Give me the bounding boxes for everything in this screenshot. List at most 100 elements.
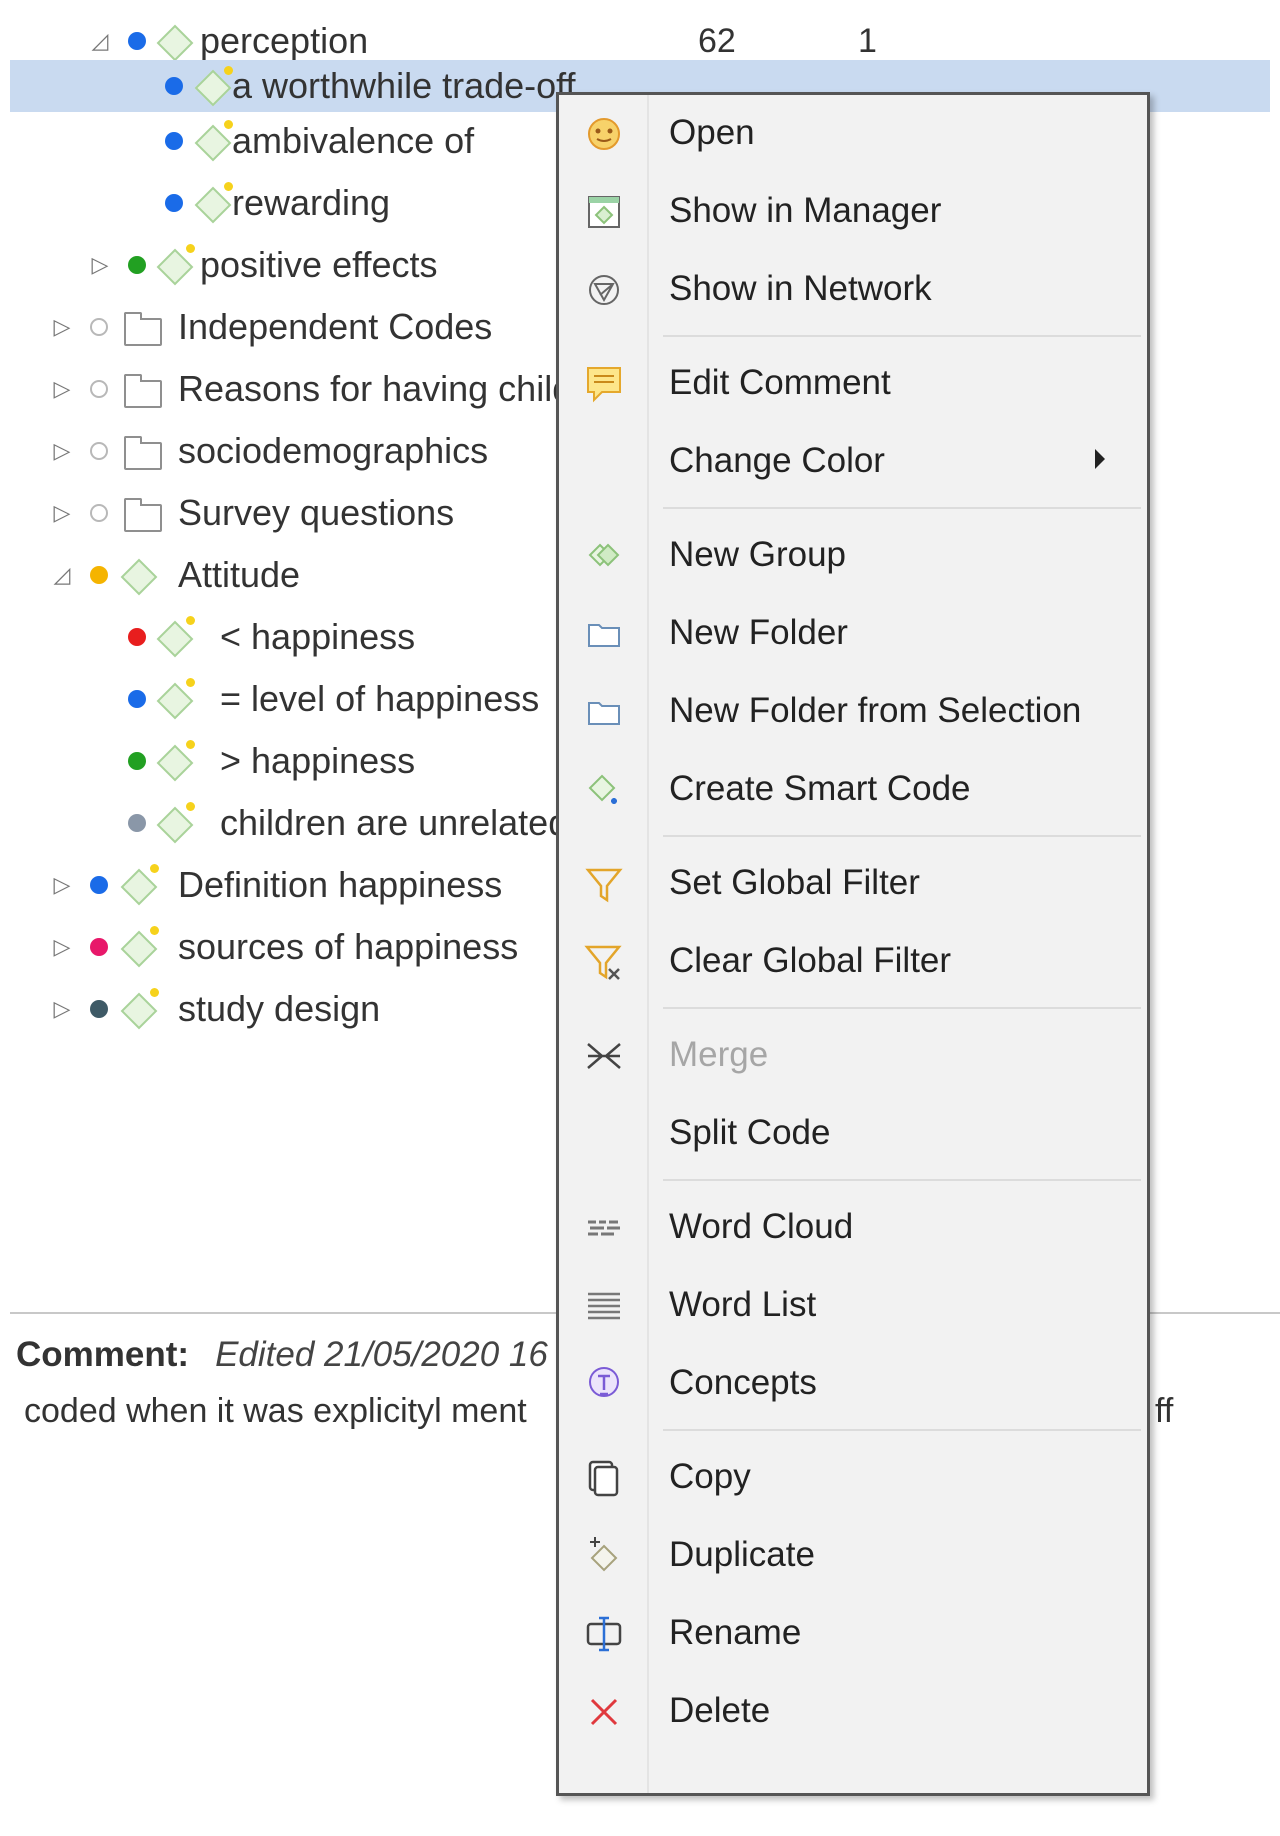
- menu-item-label: New Group: [669, 535, 847, 574]
- menu-item-copy[interactable]: Copy: [559, 1439, 1147, 1517]
- menu-item-edit-comment[interactable]: Edit Comment: [559, 345, 1147, 423]
- menu-item-label: Concepts: [669, 1363, 817, 1402]
- tree-row-label: Attitude: [178, 554, 301, 595]
- concepts-icon: [583, 1363, 625, 1405]
- network-icon: [583, 269, 625, 311]
- tree-row-label: sociodemographics: [178, 430, 489, 471]
- menu-item-label: Word Cloud: [669, 1207, 854, 1246]
- menu-item-duplicate[interactable]: Duplicate: [559, 1517, 1147, 1595]
- expand-icon[interactable]: ▷: [50, 934, 74, 960]
- menu-item-new-group[interactable]: New Group: [559, 517, 1147, 595]
- comment-header: Comment: Edited 21/05/2020 16: [16, 1335, 548, 1375]
- color-dot: [128, 690, 146, 708]
- menu-item-delete[interactable]: Delete: [559, 1673, 1147, 1751]
- code-icon: [120, 930, 158, 968]
- color-dot: [128, 628, 146, 646]
- duplicate-icon: [583, 1535, 625, 1577]
- groundedness-count: 62: [698, 21, 736, 60]
- menu-item-word-list[interactable]: Word List: [559, 1267, 1147, 1345]
- expand-icon[interactable]: ▷: [50, 438, 74, 464]
- color-dot: [128, 32, 146, 50]
- tree-row-label: a worthwhile trade-off: [232, 65, 576, 106]
- code-icon: [156, 806, 194, 844]
- word-list-icon: [583, 1285, 625, 1327]
- submenu-arrow-icon: [1095, 449, 1105, 469]
- menu-item-label: Change Color: [669, 441, 885, 480]
- color-dot: [90, 442, 108, 460]
- menu-item-label: Create Smart Code: [669, 769, 971, 808]
- menu-item-new-folder-from-selection[interactable]: New Folder from Selection: [559, 673, 1147, 751]
- context-menu: Open Show in Manager Show in Network Edi…: [556, 92, 1150, 1796]
- menu-item-label: Show in Network: [669, 269, 932, 308]
- tree-row-label: positive effects: [200, 244, 438, 285]
- menu-item-rename[interactable]: Rename: [559, 1595, 1147, 1673]
- color-dot: [128, 256, 146, 274]
- filter-icon: [583, 863, 625, 905]
- expand-icon[interactable]: ▷: [50, 500, 74, 526]
- delete-icon: [583, 1691, 625, 1733]
- menu-item-label: New Folder from Selection: [669, 691, 1082, 730]
- menu-item-set-global-filter[interactable]: Set Global Filter: [559, 845, 1147, 923]
- code-icon: [194, 69, 232, 107]
- menu-item-show-in-network[interactable]: Show in Network: [559, 251, 1147, 329]
- code-group-icon: [156, 24, 194, 62]
- smart-code-icon: [583, 769, 625, 811]
- code-icon: [194, 124, 232, 162]
- color-dot: [90, 1000, 108, 1018]
- color-dot: [90, 318, 108, 336]
- word-cloud-icon: [583, 1207, 625, 1249]
- menu-item-clear-global-filter[interactable]: Clear Global Filter: [559, 923, 1147, 1001]
- menu-item-concepts[interactable]: Concepts: [559, 1345, 1147, 1423]
- color-dot: [165, 77, 183, 95]
- menu-separator: [663, 507, 1141, 509]
- color-dot: [90, 566, 108, 584]
- comment-label: Comment:: [16, 1335, 190, 1374]
- expand-icon[interactable]: ▷: [50, 314, 74, 340]
- menu-item-label: Copy: [669, 1457, 751, 1496]
- menu-item-split-code[interactable]: Split Code: [559, 1095, 1147, 1173]
- color-dot: [165, 194, 183, 212]
- menu-item-label: Rename: [669, 1613, 802, 1652]
- menu-item-merge: Merge: [559, 1017, 1147, 1095]
- menu-item-label: Split Code: [669, 1113, 831, 1152]
- tree-row-label: Definition happiness: [178, 864, 503, 905]
- tree-row-label: > happiness: [220, 740, 416, 781]
- menu-item-change-color[interactable]: Change Color: [559, 423, 1147, 501]
- menu-item-show-in-manager[interactable]: Show in Manager: [559, 173, 1147, 251]
- folder-icon: [583, 613, 625, 655]
- folder-icon: [124, 498, 162, 532]
- menu-separator: [663, 835, 1141, 837]
- menu-item-label: Word List: [669, 1285, 817, 1324]
- expand-icon[interactable]: ▷: [50, 872, 74, 898]
- menu-item-create-smart-code[interactable]: Create Smart Code: [559, 751, 1147, 829]
- comment-body-tail: ff: [1155, 1392, 1174, 1430]
- code-icon: [194, 186, 232, 224]
- expand-icon[interactable]: ▷: [50, 376, 74, 402]
- clear-filter-icon: [583, 941, 625, 983]
- code-spark-icon: [186, 802, 195, 811]
- menu-item-new-folder[interactable]: New Folder: [559, 595, 1147, 673]
- expand-icon[interactable]: ▷: [88, 252, 112, 278]
- tree-row-label: perception: [200, 20, 369, 61]
- menu-item-word-cloud[interactable]: Word Cloud: [559, 1189, 1147, 1267]
- folder-icon: [124, 436, 162, 470]
- menu-item-label: Show in Manager: [669, 191, 942, 230]
- group-icon: [583, 535, 625, 577]
- menu-item-label: New Folder: [669, 613, 848, 652]
- collapse-icon[interactable]: ◿: [50, 562, 74, 588]
- color-dot: [165, 132, 183, 150]
- color-dot: [90, 380, 108, 398]
- color-dot: [90, 876, 108, 894]
- menu-item-open[interactable]: Open: [559, 95, 1147, 173]
- collapse-icon[interactable]: ◿: [88, 28, 112, 54]
- tree-row-label: = level of happiness: [220, 678, 540, 719]
- folder-icon: [583, 691, 625, 733]
- comment-body[interactable]: coded when it was explicityl ment: [24, 1392, 527, 1431]
- color-dot: [128, 814, 146, 832]
- folder-icon: [124, 374, 162, 408]
- code-group-icon: [120, 558, 158, 596]
- expand-icon[interactable]: ▷: [50, 996, 74, 1022]
- code-icon: [156, 682, 194, 720]
- open-icon: [583, 113, 625, 155]
- code-spark-icon: [150, 988, 159, 997]
